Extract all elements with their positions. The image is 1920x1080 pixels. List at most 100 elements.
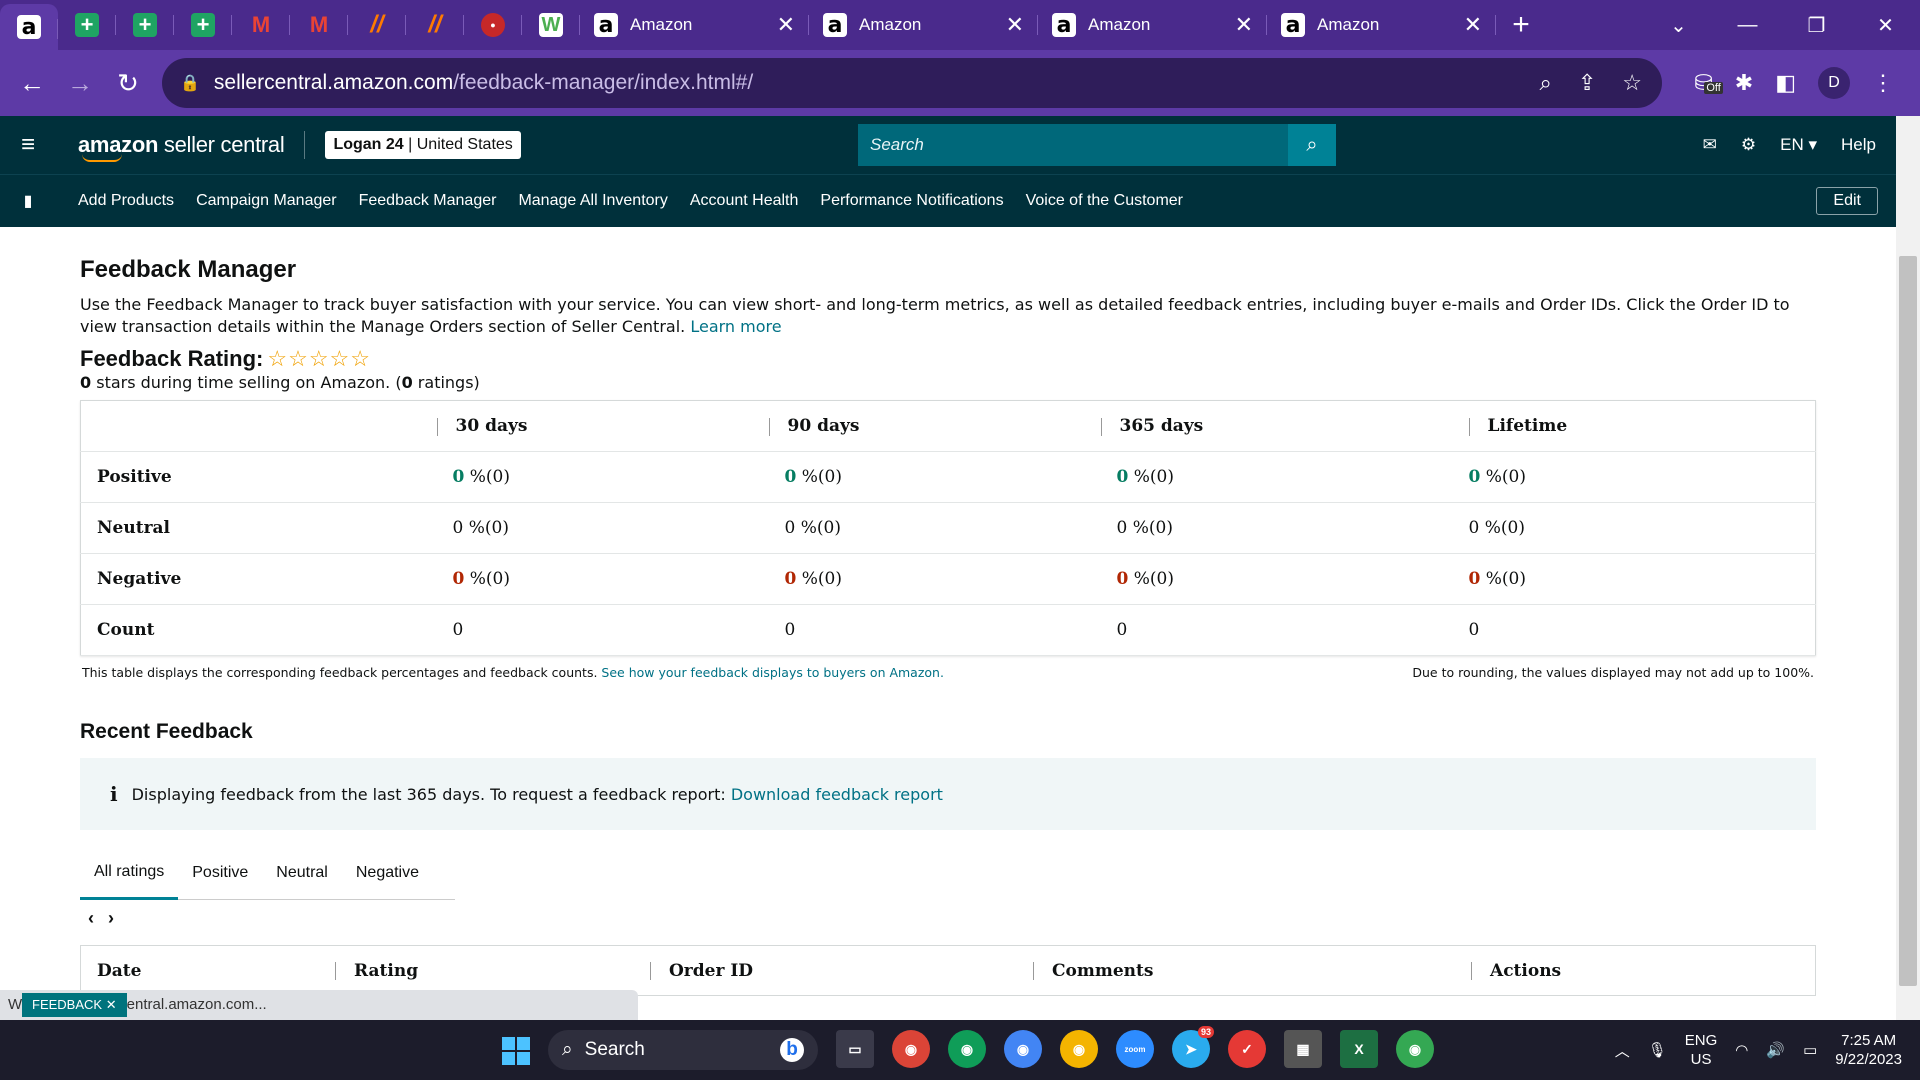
battery-icon[interactable]: ▭ [1803, 1041, 1817, 1059]
url-text[interactable]: sellercentral.amazon.com/feedback-manage… [214, 71, 753, 95]
nav-item-feedback-manager[interactable]: Feedback Manager [359, 192, 497, 210]
forward-button[interactable]: → [56, 68, 104, 99]
column-header: Comments [1033, 961, 1471, 981]
chevron-left-icon[interactable]: ‹ [88, 908, 94, 929]
nav-item-campaign-manager[interactable]: Campaign Manager [196, 192, 337, 210]
clock[interactable]: 7:25 AM 9/22/2023 [1835, 1031, 1902, 1069]
download-feedback-report-link[interactable]: Download feedback report [731, 785, 943, 804]
bookmark-star-icon[interactable]: ☆ [1622, 70, 1642, 96]
lock-icon[interactable]: 🔒 [180, 73, 200, 93]
pinned-tab[interactable]: M [232, 0, 290, 50]
nav-item-account-health[interactable]: Account Health [690, 192, 799, 210]
marketplace-switcher[interactable]: Logan 24 | United States [325, 131, 521, 159]
nav-item-voice-of-the-customer[interactable]: Voice of the Customer [1026, 192, 1183, 210]
pinned-tab[interactable]: // [348, 0, 406, 50]
browser-tab[interactable]: a Amazon ✕ [580, 0, 809, 50]
browser-tab[interactable]: a Amazon ✕ [1038, 0, 1267, 50]
reload-button[interactable]: ↻ [104, 68, 152, 99]
tab-close-icon[interactable]: ✕ [777, 12, 795, 38]
extensions-puzzle-icon[interactable]: ✱ [1735, 70, 1753, 96]
tab-close-icon[interactable]: ✕ [1235, 12, 1253, 38]
learn-more-link[interactable]: Learn more [690, 317, 781, 336]
tick-app-icon[interactable]: ✓ [1228, 1030, 1266, 1068]
task-view-icon[interactable]: ▭ [836, 1030, 874, 1068]
nav-item-performance-notifications[interactable]: Performance Notifications [820, 192, 1003, 210]
telegram-icon[interactable]: ➤ 93 [1172, 1026, 1214, 1068]
extension-off-icon[interactable]: ⛁Off [1694, 70, 1723, 96]
chrome-extra-icon[interactable]: ◉ [1396, 1030, 1434, 1068]
table-row: Positive 0 %(0) 0 %(0) 0 %(0) 0 %(0) [80, 451, 1816, 503]
pinned-tab[interactable]: + [58, 0, 116, 50]
tab-close-icon[interactable]: ✕ [1006, 12, 1024, 38]
excel-icon[interactable]: X [1340, 1030, 1378, 1068]
pinned-tab[interactable]: + [116, 0, 174, 50]
volume-icon[interactable]: 🔊 [1766, 1041, 1785, 1059]
settings-gear-icon[interactable]: ⚙ [1741, 135, 1756, 155]
side-panel-icon[interactable]: ◧ [1775, 70, 1796, 96]
windows-start-icon[interactable] [502, 1037, 530, 1065]
wifi-icon[interactable]: ◠ [1735, 1041, 1748, 1059]
back-button[interactable]: ← [8, 68, 56, 99]
pinned-tab[interactable]: a [0, 4, 58, 50]
page-title: Feedback Manager [80, 256, 297, 283]
seller-search-input[interactable] [858, 124, 1288, 166]
chrome-profile-icon[interactable]: ◉ [948, 1030, 986, 1068]
taskbar-search[interactable]: ⌕ Search b [548, 1030, 818, 1070]
tab-negative[interactable]: Negative [342, 847, 433, 900]
share-icon[interactable]: ⇪ [1578, 70, 1596, 96]
pinned-tab[interactable]: ● [464, 0, 522, 50]
nav-item-add-products[interactable]: Add Products [78, 192, 174, 210]
microphone-icon[interactable]: 🎙 [1648, 1041, 1667, 1059]
bookmark-icon[interactable]: ▮ [0, 191, 56, 211]
table-cell: 0 %(0) [1100, 553, 1469, 605]
feedback-display-link[interactable]: See how your feedback displays to buyers… [601, 665, 944, 680]
language-selector[interactable]: EN ▾ [1780, 135, 1817, 155]
browser-toolbar: ← → ↻ 🔒 sellercentral.amazon.com/feedbac… [0, 50, 1920, 116]
chrome-icon[interactable]: ◉ [892, 1030, 930, 1068]
table-row: Neutral 0 %(0) 0 %(0) 0 %(0) 0 %(0) [80, 502, 1816, 554]
pinned-tab[interactable]: + [174, 0, 232, 50]
table-cell: 0 %(0) [1468, 451, 1816, 503]
close-window-button[interactable]: ✕ [1851, 13, 1920, 38]
mail-icon[interactable]: ✉ [1703, 135, 1717, 155]
scroll-thumb[interactable] [1899, 256, 1917, 986]
hamburger-menu-icon[interactable]: ≡ [0, 131, 56, 159]
browser-menu-icon[interactable]: ⋮ [1872, 70, 1894, 96]
tab-positive[interactable]: Positive [178, 847, 262, 900]
minimize-button[interactable]: — [1713, 14, 1782, 37]
browser-tab[interactable]: a Amazon ✕ [1267, 0, 1496, 50]
chrome-profile-d-icon[interactable]: ◉ [1004, 1030, 1042, 1068]
feedback-widget-button[interactable]: FEEDBACK ✕ [22, 993, 127, 1017]
zoom-icon[interactable]: zoom [1116, 1030, 1154, 1068]
nav-item-manage-all-inventory[interactable]: Manage All Inventory [518, 192, 667, 210]
pinned-tab[interactable]: // [406, 0, 464, 50]
help-link[interactable]: Help [1841, 135, 1876, 155]
pinned-tab[interactable]: W [522, 0, 580, 50]
browser-tab[interactable]: a Amazon ✕ [809, 0, 1038, 50]
zoom-icon[interactable]: ⌕ [1540, 70, 1552, 96]
bing-icon[interactable]: b [780, 1038, 804, 1062]
calculator-icon[interactable]: ▦ [1284, 1030, 1322, 1068]
seller-central-logo[interactable]: amazon seller central [78, 132, 285, 162]
table-cell: 0 %(0) [436, 553, 769, 605]
column-header: Rating [335, 961, 650, 981]
column-header: Lifetime [1468, 400, 1816, 452]
chrome-profile-purple-icon[interactable]: ◉ [1060, 1030, 1098, 1068]
edit-nav-button[interactable]: Edit [1816, 187, 1878, 215]
pinned-tab[interactable]: M [290, 0, 348, 50]
address-bar[interactable]: 🔒 sellercentral.amazon.com/feedback-mana… [162, 58, 1662, 108]
page-scrollbar[interactable] [1896, 116, 1920, 1020]
restore-button[interactable]: ❐ [1782, 13, 1851, 38]
language-indicator[interactable]: ENG US [1685, 1031, 1718, 1069]
tab-all-ratings[interactable]: All ratings [80, 847, 179, 900]
gmail-icon: M [309, 12, 329, 37]
tray-chevron-icon[interactable]: ︿ [1615, 1040, 1630, 1061]
profile-avatar[interactable]: D [1818, 67, 1850, 99]
tab-neutral[interactable]: Neutral [262, 847, 342, 900]
new-tab-button[interactable]: + [1496, 8, 1546, 42]
alert-text: Displaying feedback from the last 365 da… [131, 784, 726, 804]
chevron-right-icon[interactable]: › [108, 908, 114, 929]
tab-close-icon[interactable]: ✕ [1464, 12, 1482, 38]
search-icon[interactable]: ⌕ [1288, 124, 1336, 166]
tab-search-icon[interactable]: ⌄ [1644, 13, 1713, 38]
